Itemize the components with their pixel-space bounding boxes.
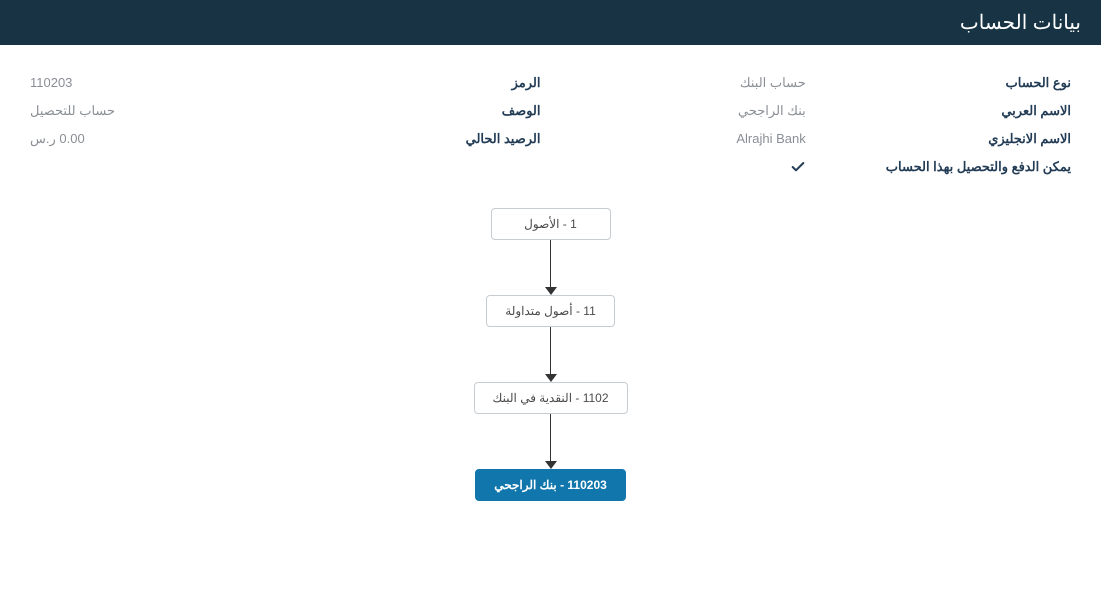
hierarchy-node-2[interactable]: 11 - أصول متداولة (486, 295, 614, 327)
hierarchy-arrow (545, 414, 557, 469)
account-type-value: حساب البنك (561, 75, 806, 91)
english-name-label: الاسم الانجليزي (826, 131, 1071, 147)
pay-collect-check (561, 159, 806, 178)
arrow-down-icon (545, 374, 557, 382)
code-label: الرمز (295, 75, 540, 91)
pay-collect-label: يمكن الدفع والتحصيل بهذا الحساب (826, 159, 1071, 178)
current-balance-value: 0.00 ر.س (30, 131, 275, 147)
code-value: 110203 (30, 75, 275, 91)
account-type-label: نوع الحساب (826, 75, 1071, 91)
check-icon (790, 159, 806, 178)
page-title: بيانات الحساب (960, 12, 1081, 34)
english-name-value: Alrajhi Bank (561, 131, 806, 147)
page-header: بيانات الحساب (0, 0, 1101, 45)
arabic-name-value: بنك الراجحي (561, 103, 806, 119)
hierarchy-arrow (545, 327, 557, 382)
hierarchy-node-leaf[interactable]: 110203 - بنك الراجحي (475, 469, 626, 501)
description-label: الوصف (295, 103, 540, 119)
arrow-down-icon (545, 461, 557, 469)
arabic-name-label: الاسم العربي (826, 103, 1071, 119)
current-balance-label: الرصيد الحالي (295, 131, 540, 147)
content-area: نوع الحساب حساب البنك الرمز 110203 الاسم… (0, 45, 1101, 521)
hierarchy-arrow (545, 240, 557, 295)
account-hierarchy: 1 - الأصول 11 - أصول متداولة 1102 - النق… (30, 208, 1071, 501)
arrow-down-icon (545, 287, 557, 295)
hierarchy-node-3[interactable]: 1102 - النقدية في البنك (474, 382, 628, 414)
description-value: حساب للتحصيل (30, 103, 275, 119)
details-grid: نوع الحساب حساب البنك الرمز 110203 الاسم… (30, 75, 1071, 178)
hierarchy-node-1[interactable]: 1 - الأصول (491, 208, 611, 240)
